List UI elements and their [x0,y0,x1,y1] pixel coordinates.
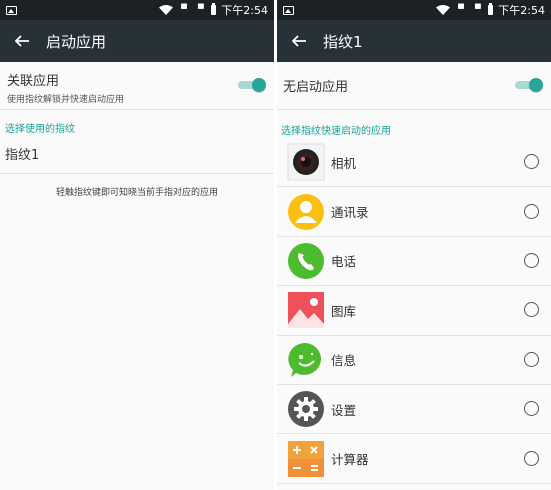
list-item-contacts[interactable]: 通讯录 [277,187,551,237]
radio-button[interactable] [524,203,539,219]
right-screen: ▝▘ ▝▘ 下午2:54 指纹1 无启动应用 选择指纹快速启动的应用 相机 通讯… [277,0,551,490]
wifi-icon [435,5,450,15]
app-list: 相机 通讯录 电话 图库 信息 设置 计算器 [277,138,551,484]
radio-button[interactable] [524,252,539,268]
battery-icon [488,3,494,15]
linked-apps-subtitle: 使用指纹解锁并快速启动应用 [7,95,125,105]
back-arrow-icon[interactable] [291,33,307,49]
back-arrow-icon[interactable] [14,33,30,49]
list-item-gallery[interactable]: 图库 [277,286,551,336]
left-screen: ▝▘ ▝▘ 下午2:54 启动应用 关联应用 使用指纹解锁并快速启动应用 选择使… [0,0,274,490]
radio-button[interactable] [524,450,539,466]
image-notification-icon [6,5,17,15]
page-title: 启动应用 [46,32,107,51]
list-item-settings[interactable]: 设置 [277,385,551,435]
app-label: 通讯录 [331,205,369,221]
no-launch-app-row[interactable]: 无启动应用 [277,62,551,110]
radio-button[interactable] [524,154,539,170]
app-label: 电话 [331,254,357,270]
image-notification-icon [283,5,294,15]
app-bar: 指纹1 [277,20,551,62]
radio-button[interactable] [524,302,539,318]
camera-icon [287,143,325,181]
radio-button[interactable] [524,351,539,367]
page-title: 指纹1 [323,32,363,51]
linked-apps-title: 关联应用 [7,74,60,89]
linked-apps-row[interactable]: 关联应用 使用指纹解锁并快速启动应用 [0,62,274,110]
list-item-calculator[interactable]: 计算器 [277,434,551,484]
phone-icon [288,242,324,279]
status-bar: ▝▘ ▝▘ 下午2:54 [277,0,551,20]
messages-icon [288,342,322,377]
section-header-fingerprint: 选择使用的指纹 [5,124,75,135]
app-label: 设置 [331,402,357,418]
app-label: 信息 [331,353,357,369]
list-item-phone[interactable]: 电话 [277,237,551,287]
gallery-icon [288,292,324,329]
app-bar: 启动应用 [0,20,274,62]
status-bar: ▝▘ ▝▘ 下午2:54 [0,0,274,20]
fingerprint-item[interactable]: 指纹1 [0,134,274,174]
app-label: 图库 [331,303,357,319]
battery-icon [211,3,217,15]
signal-1-icon: ▝▘ [454,5,468,15]
list-item-camera[interactable]: 相机 [277,138,551,188]
signal-2-icon: ▝▘ [194,5,207,15]
hint-text: 轻触指纹键即可知晓当前手指对应的应用 [55,188,218,198]
list-item-messages[interactable]: 信息 [277,336,551,385]
clock: 下午2:54 [221,4,268,17]
app-label: 计算器 [331,452,369,468]
linked-apps-toggle[interactable] [238,78,266,92]
signal-2-icon: ▝▘ [471,5,484,15]
radio-button[interactable] [524,401,539,417]
settings-icon [288,391,324,428]
section-header-apps: 选择指纹快速启动的应用 [281,126,391,137]
no-launch-app-toggle[interactable] [515,78,543,92]
signal-1-icon: ▝▘ [177,5,191,15]
contacts-icon [288,193,324,230]
wifi-icon [158,5,173,15]
no-launch-app-title: 无启动应用 [283,80,349,95]
app-label: 相机 [331,155,357,171]
clock: 下午2:54 [498,4,545,17]
calculator-icon [288,440,324,477]
